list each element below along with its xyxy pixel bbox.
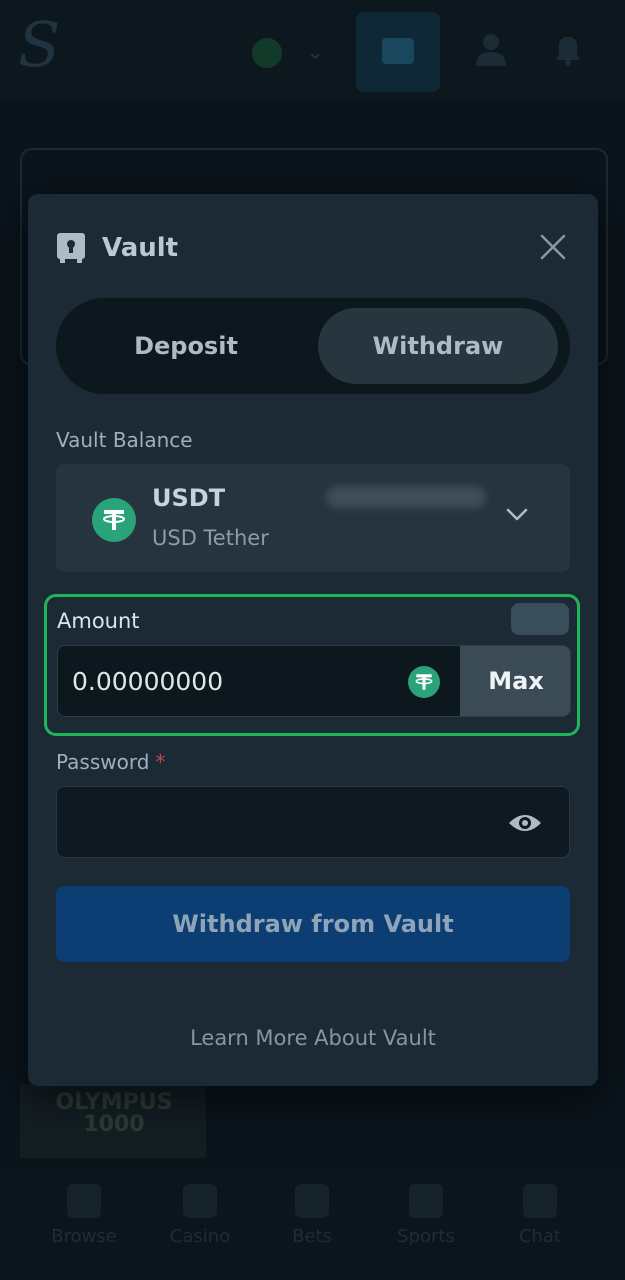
nav-browse[interactable]: Browse — [34, 1184, 134, 1247]
tab-withdraw[interactable]: Withdraw — [318, 308, 558, 384]
amount-field: Max — [57, 645, 571, 717]
tab-deposit[interactable]: Deposit — [66, 308, 306, 384]
tether-glyph — [415, 674, 433, 690]
tether-glyph — [103, 510, 125, 530]
casino-icon — [183, 1184, 217, 1218]
fiat-toggle[interactable] — [511, 603, 569, 635]
modal-title: Vault — [102, 233, 179, 263]
currency-selector[interactable]: USDT USD Tether — [56, 464, 570, 572]
wallet-icon — [382, 38, 414, 64]
modal-header: Vault — [56, 230, 178, 266]
tether-icon — [408, 666, 440, 698]
bell-icon[interactable] — [550, 32, 586, 68]
nav-sports[interactable]: Sports — [376, 1184, 476, 1247]
vault-balance-value-blurred — [326, 486, 486, 508]
vault-modal: Vault Deposit Withdraw Vault Balance USD… — [28, 194, 598, 1086]
password-input[interactable] — [57, 787, 497, 857]
amount-section-highlight: Amount Max — [44, 594, 580, 736]
learn-more-link[interactable]: Learn More About Vault — [28, 1026, 598, 1050]
nav-label: Bets — [292, 1226, 332, 1247]
nav-chat[interactable]: Chat — [490, 1184, 590, 1247]
password-label: Password * — [56, 750, 165, 774]
bets-icon — [295, 1184, 329, 1218]
chevron-down-icon[interactable]: ⌄ — [306, 40, 324, 65]
game-banner-title: OLYMPUS 1000 — [55, 1090, 173, 1137]
amount-input[interactable] — [58, 646, 458, 716]
browse-icon — [67, 1184, 101, 1218]
close-icon[interactable] — [536, 230, 570, 264]
max-button[interactable]: Max — [460, 646, 570, 716]
currency-symbol: USDT — [152, 484, 226, 512]
nav-label: Browse — [51, 1226, 117, 1247]
currency-name: USD Tether — [152, 526, 269, 550]
vault-icon — [57, 233, 85, 263]
chat-icon — [523, 1184, 557, 1218]
vault-tabs: Deposit Withdraw — [56, 298, 570, 394]
nav-label: Casino — [169, 1226, 231, 1247]
nav-bets[interactable]: Bets — [262, 1184, 362, 1247]
password-field — [56, 786, 570, 858]
chevron-down-icon — [506, 508, 528, 521]
amount-label: Amount — [57, 609, 140, 633]
required-marker: * — [155, 750, 166, 774]
nav-label: Chat — [518, 1226, 562, 1247]
vault-balance-label: Vault Balance — [56, 428, 193, 452]
brand-logo[interactable]: S — [18, 14, 60, 76]
user-icon[interactable] — [474, 32, 508, 68]
currency-selector-coin-icon[interactable] — [252, 38, 282, 68]
nav-casino[interactable]: Casino — [150, 1184, 250, 1247]
nav-label: Sports — [397, 1226, 455, 1247]
withdraw-from-vault-button[interactable]: Withdraw from Vault — [56, 886, 570, 962]
sports-icon — [409, 1184, 443, 1218]
password-label-text: Password — [56, 750, 150, 774]
tether-icon — [92, 498, 136, 542]
eye-icon[interactable] — [507, 809, 543, 837]
